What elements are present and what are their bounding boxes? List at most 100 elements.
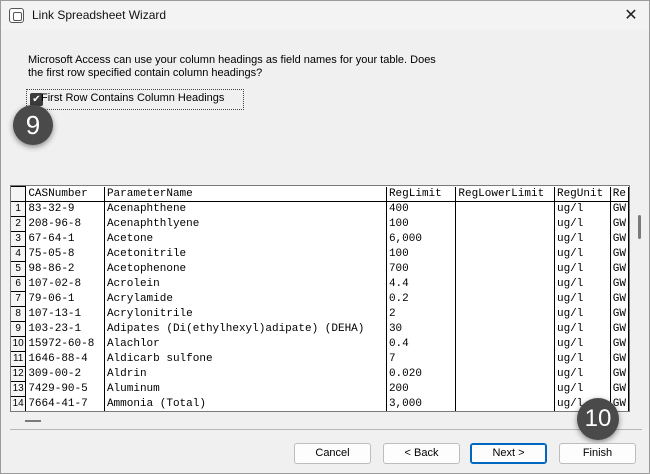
instructions-text: Microsoft Access can use your column hea…	[28, 54, 436, 79]
table-cell: GW	[610, 321, 629, 337]
next-button[interactable]: Next >	[470, 443, 547, 464]
column-header[interactable]: CASNumber	[25, 186, 105, 202]
table-cell: 98-86-2	[25, 261, 105, 277]
table-cell: ug/l	[554, 216, 611, 232]
vertical-scrollbar[interactable]	[631, 185, 643, 412]
table-cell	[455, 381, 555, 397]
table-cell: 3,000	[386, 396, 457, 411]
table-row[interactable]: 12 309-00-2 Aldrin 0.020 ug/l GW	[11, 366, 629, 382]
table-cell: 75-05-8	[25, 246, 105, 262]
table-cell	[455, 351, 555, 367]
finish-button[interactable]: Finish	[559, 443, 636, 464]
table-cell: GW	[610, 336, 629, 352]
preview-grid[interactable]: CASNumber ParameterName RegLimit RegLowe…	[10, 185, 630, 412]
table-row[interactable]: 11 1646-88-4 Aldicarb sulfone 7 ug/l GW	[11, 351, 629, 367]
table-row[interactable]: 9 103-23-1 Adipates (Di(ethylhexyl)adipate…	[11, 321, 629, 337]
table-row[interactable]: 8 107-13-1 Acrylonitrile 2 ug/l GW	[11, 306, 629, 322]
table-cell: ug/l	[554, 276, 611, 292]
table-cell: 0.020	[386, 366, 457, 382]
table-cell: 107-02-8	[25, 276, 105, 292]
table-cell: ug/l	[554, 366, 611, 382]
wizard-window: Link Spreadsheet Wizard ✕ Microsoft Acce…	[0, 0, 650, 474]
row-number: 10	[11, 336, 27, 352]
table-cell: ug/l	[554, 351, 611, 367]
table-cell: Aldicarb sulfone	[104, 351, 387, 367]
horizontal-scroll-thumb[interactable]	[25, 420, 41, 422]
table-cell: GW	[610, 231, 629, 247]
row-number-header	[11, 186, 27, 202]
column-header[interactable]: Re	[610, 186, 629, 202]
table-cell: Ammonia (Total)	[104, 396, 387, 411]
table-cell: Alachlor	[104, 336, 387, 352]
table-row[interactable]: 7 79-06-1 Acrylamide 0.2 ug/l GW	[11, 291, 629, 307]
table-cell: Acenaphthene	[104, 201, 387, 217]
table-cell: Aldrin	[104, 366, 387, 382]
table-cell: 7429-90-5	[25, 381, 105, 397]
table-cell	[455, 276, 555, 292]
row-number: 13	[11, 381, 27, 397]
table-cell	[455, 261, 555, 277]
table-cell: ug/l	[554, 321, 611, 337]
table-cell: Acetone	[104, 231, 387, 247]
table-cell: 0.2	[386, 291, 457, 307]
table-cell	[455, 306, 555, 322]
back-button[interactable]: < Back	[383, 443, 460, 464]
column-header[interactable]: RegLowerLimit	[455, 186, 555, 202]
column-header[interactable]: RegLimit	[386, 186, 457, 202]
row-number: 9	[11, 321, 27, 337]
table-cell: 100	[386, 216, 457, 232]
first-row-headings-label[interactable]: First Row Contains Column Headings	[41, 92, 224, 104]
table-cell: ug/l	[554, 381, 611, 397]
table-cell: GW	[610, 306, 629, 322]
divider	[10, 429, 642, 430]
table-row[interactable]: 2 208-96-8 Acenaphthlyene 100 ug/l GW	[11, 216, 629, 232]
row-number: 11	[11, 351, 27, 367]
table-row[interactable]: 14 7664-41-7 Ammonia (Total) 3,000 ug/l GW	[11, 396, 629, 411]
table-cell: ug/l	[554, 261, 611, 277]
row-number: 5	[11, 261, 27, 277]
table-row[interactable]: 10 15972-60-8 Alachlor 0.4 ug/l GW	[11, 336, 629, 352]
table-cell: 7664-41-7	[25, 396, 105, 411]
table-cell: 309-00-2	[25, 366, 105, 382]
row-number: 3	[11, 231, 27, 247]
row-number: 8	[11, 306, 27, 322]
table-cell: 100	[386, 246, 457, 262]
preview-table: CASNumber ParameterName RegLimit RegLowe…	[11, 186, 629, 411]
row-number: 2	[11, 216, 27, 232]
table-row[interactable]: 4 75-05-8 Acetonitrile 100 ug/l GW	[11, 246, 629, 262]
row-number: 6	[11, 276, 27, 292]
table-cell: GW	[610, 261, 629, 277]
table-cell: GW	[610, 291, 629, 307]
table-cell: Aluminum	[104, 381, 387, 397]
table-cell: 208-96-8	[25, 216, 105, 232]
table-row[interactable]: 1 83-32-9 Acenaphthene 400 ug/l GW	[11, 201, 629, 217]
column-header[interactable]: RegUnit	[554, 186, 611, 202]
step-badge-10: 10	[577, 398, 619, 440]
table-cell: 83-32-9	[25, 201, 105, 217]
first-row-headings-option[interactable]: ✔ First Row Contains Column Headings	[26, 89, 244, 110]
table-cell: 6,000	[386, 231, 457, 247]
table-row[interactable]: 3 67-64-1 Acetone 6,000 ug/l GW	[11, 231, 629, 247]
table-cell: ug/l	[554, 231, 611, 247]
table-cell	[455, 336, 555, 352]
vertical-scroll-thumb[interactable]	[638, 215, 641, 239]
table-row[interactable]: 6 107-02-8 Acrolein 4.4 ug/l GW	[11, 276, 629, 292]
table-cell: 103-23-1	[25, 321, 105, 337]
table-cell	[455, 246, 555, 262]
table-cell: ug/l	[554, 336, 611, 352]
table-cell: 15972-60-8	[25, 336, 105, 352]
table-cell: 7	[386, 351, 457, 367]
table-cell	[455, 291, 555, 307]
table-cell: 30	[386, 321, 457, 337]
column-header[interactable]: ParameterName	[104, 186, 387, 202]
cancel-button[interactable]: Cancel	[294, 443, 371, 464]
table-cell: GW	[610, 201, 629, 217]
table-cell	[455, 231, 555, 247]
table-cell: Acetophenone	[104, 261, 387, 277]
title-bar: Link Spreadsheet Wizard ✕	[1, 1, 649, 30]
close-icon[interactable]: ✕	[621, 5, 641, 25]
table-row[interactable]: 5 98-86-2 Acetophenone 700 ug/l GW	[11, 261, 629, 277]
table-cell: GW	[610, 276, 629, 292]
table-row[interactable]: 13 7429-90-5 Aluminum 200 ug/l GW	[11, 381, 629, 397]
table-cell: GW	[610, 216, 629, 232]
